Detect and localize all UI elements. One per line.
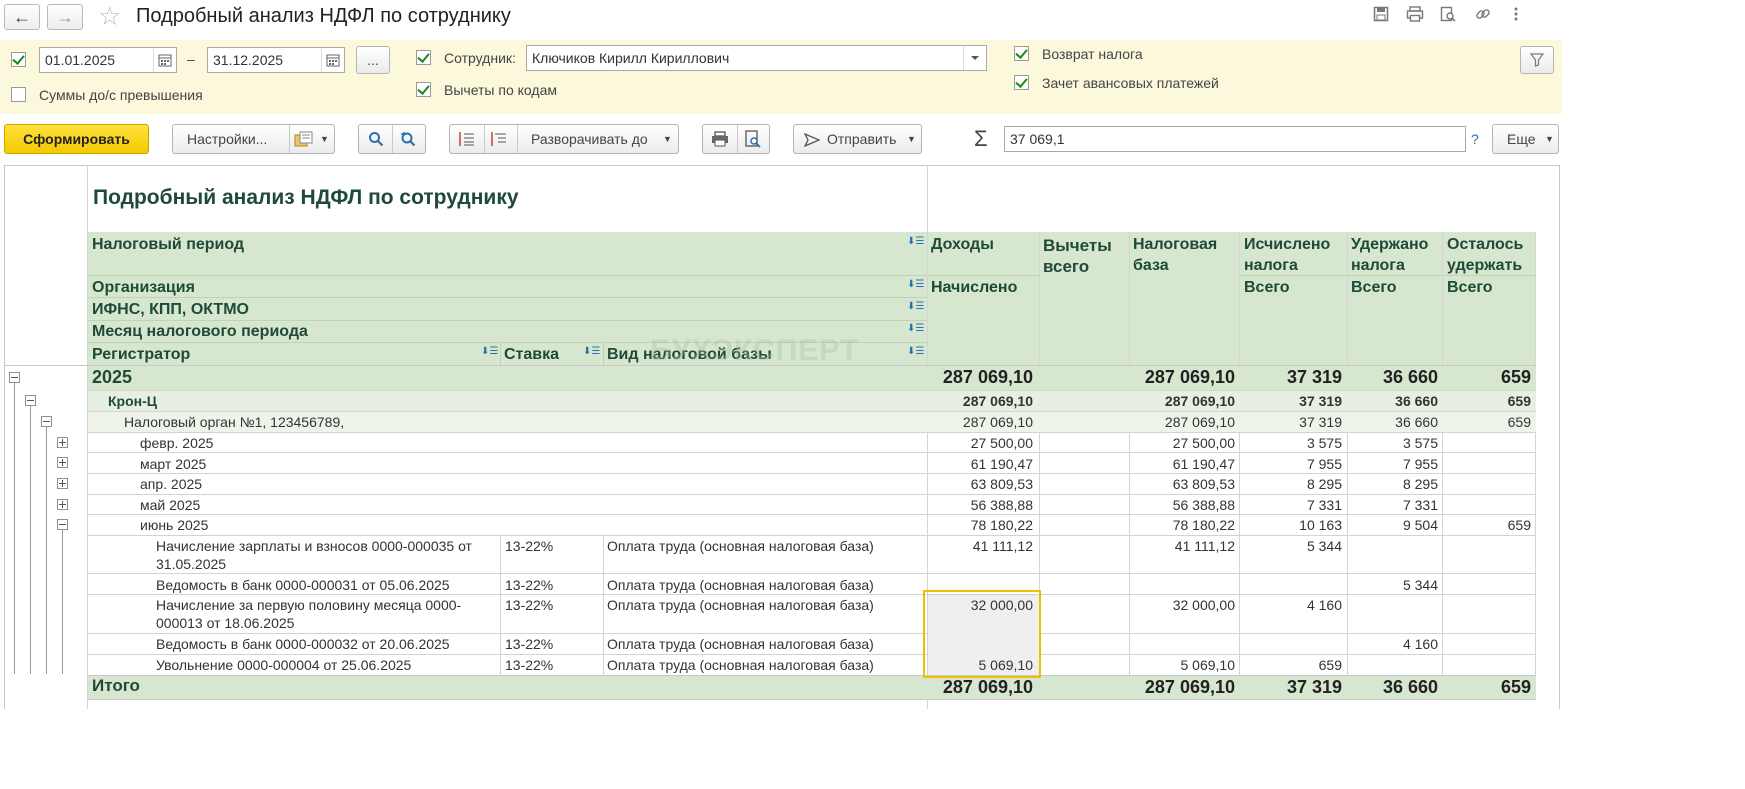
print-icon[interactable] — [710, 125, 730, 156]
employee-label: Сотрудник: — [444, 50, 516, 66]
settings-button[interactable]: Настройки... — [187, 125, 267, 153]
sort-icon[interactable]: ⬇☰ — [907, 301, 924, 312]
print-preview-icon[interactable] — [744, 125, 762, 157]
search-group — [358, 124, 426, 154]
more-label: Еще — [1507, 131, 1536, 147]
tree-collapse-icon[interactable] — [9, 372, 20, 383]
generate-button[interactable]: Сформировать — [4, 124, 149, 154]
tree-collapse-icon[interactable] — [25, 395, 36, 406]
col-calculated-sub[interactable]: Всего — [1244, 277, 1290, 298]
col-remaining-sub[interactable]: Всего — [1447, 277, 1493, 298]
sum-field[interactable]: 37 069,1 — [1004, 126, 1466, 152]
preview-icon[interactable] — [1437, 6, 1459, 26]
col-remaining[interactable]: Осталось удержать — [1447, 234, 1537, 276]
watermark: БУХЭКСПЕРТ — [650, 334, 860, 367]
grouping-group: Разворачивать до ▼ — [449, 124, 679, 154]
forward-button[interactable]: → — [47, 4, 83, 30]
deductions-by-codes-label: Вычеты по кодам — [444, 82, 557, 98]
chevron-down-icon[interactable]: ▼ — [320, 125, 329, 153]
header-organization[interactable]: Организация — [92, 277, 195, 298]
more-vertical-icon[interactable] — [1505, 6, 1527, 26]
favorite-star-icon[interactable]: ☆ — [98, 2, 121, 30]
employee-checkbox[interactable] — [416, 50, 431, 65]
sum-icon: Σ — [974, 126, 988, 151]
tree-expand-icon[interactable] — [57, 457, 68, 468]
calendar-icon[interactable] — [153, 48, 177, 72]
col-income[interactable]: Доходы — [931, 234, 994, 255]
col-calculated[interactable]: Исчислено налога — [1244, 234, 1344, 276]
deductions-by-codes-checkbox[interactable] — [416, 82, 431, 97]
back-arrow-icon: ← — [13, 7, 31, 27]
search-refresh-icon[interactable] — [399, 125, 417, 156]
tax-refund-label: Возврат налога — [1042, 46, 1143, 62]
settings-group: Настройки... ▼ — [172, 124, 335, 154]
more-button[interactable]: Еще ▼ — [1492, 124, 1559, 154]
col-tax-base[interactable]: Налоговая база — [1133, 234, 1233, 276]
back-button[interactable]: ← — [4, 4, 40, 30]
sort-icon[interactable]: ⬇☰ — [583, 346, 600, 357]
header-registrar[interactable]: Регистратор — [92, 344, 190, 365]
tree-collapse-icon[interactable] — [57, 519, 68, 530]
tree-expand-icon[interactable] — [57, 499, 68, 510]
period-select-button[interactable]: ... — [356, 46, 390, 74]
forward-arrow-icon: → — [56, 7, 74, 27]
header-tax-period[interactable]: Налоговый период — [92, 234, 244, 255]
help-icon[interactable]: ? — [1471, 131, 1479, 147]
sort-icon[interactable]: ⬇☰ — [481, 346, 498, 357]
col-deductions[interactable]: Вычеты всего — [1043, 235, 1133, 277]
send-icon — [804, 133, 820, 147]
link-icon[interactable] — [1472, 6, 1494, 26]
chevron-down-icon[interactable] — [963, 46, 987, 70]
save-icon[interactable] — [1370, 6, 1392, 26]
sort-icon[interactable]: ⬇☰ — [907, 323, 924, 334]
header-ifns[interactable]: ИФНС, КПП, ОКТМО — [92, 299, 249, 320]
col-withheld[interactable]: Удержано налога — [1351, 234, 1441, 276]
filter-button[interactable] — [1520, 46, 1554, 74]
sort-icon[interactable]: ⬇☰ — [907, 236, 924, 247]
advance-offset-checkbox[interactable] — [1014, 75, 1029, 90]
tree-expand-icon[interactable] — [57, 437, 68, 448]
page-title: Подробный анализ НДФЛ по сотруднику — [136, 5, 511, 27]
tax-refund-checkbox[interactable] — [1014, 46, 1029, 61]
expand-groups-icon[interactable] — [490, 125, 508, 156]
print-icon[interactable] — [1404, 6, 1426, 26]
chevron-down-icon: ▼ — [1545, 134, 1554, 144]
exceed-label: Суммы до/с превышения — [39, 87, 203, 103]
send-button[interactable]: Отправить ▼ — [793, 124, 922, 154]
header-month[interactable]: Месяц налогового периода — [92, 321, 308, 342]
advance-offset-label: Зачет авансовых платежей — [1042, 75, 1219, 91]
variant-icon[interactable] — [294, 125, 316, 158]
report-title: Подробный анализ НДФЛ по сотруднику — [93, 186, 519, 209]
tree-expand-icon[interactable] — [57, 478, 68, 489]
exceed-checkbox[interactable] — [11, 87, 26, 102]
selection-frame — [923, 590, 1041, 678]
collapse-groups-icon[interactable] — [458, 125, 476, 156]
period-checkbox[interactable] — [11, 52, 26, 67]
sort-icon[interactable]: ⬇☰ — [907, 346, 924, 357]
col-withheld-sub[interactable]: Всего — [1351, 277, 1397, 298]
print-group — [702, 124, 770, 154]
calendar-icon[interactable] — [321, 48, 345, 72]
header-rate[interactable]: Ставка — [504, 344, 559, 365]
date-separator: – — [187, 51, 195, 67]
filter-icon — [1529, 53, 1545, 67]
sort-icon[interactable]: ⬇☰ — [907, 279, 924, 290]
send-label: Отправить — [827, 131, 897, 147]
expand-to-button[interactable]: Разворачивать до — [531, 125, 648, 153]
chevron-down-icon: ▼ — [663, 134, 672, 144]
col-income-sub[interactable]: Начислено — [931, 277, 1017, 298]
employee-field[interactable]: Ключиков Кирилл Кириллович — [526, 45, 987, 71]
tree-collapse-icon[interactable] — [41, 416, 52, 427]
search-icon[interactable] — [368, 125, 384, 156]
chevron-down-icon: ▼ — [907, 134, 916, 144]
